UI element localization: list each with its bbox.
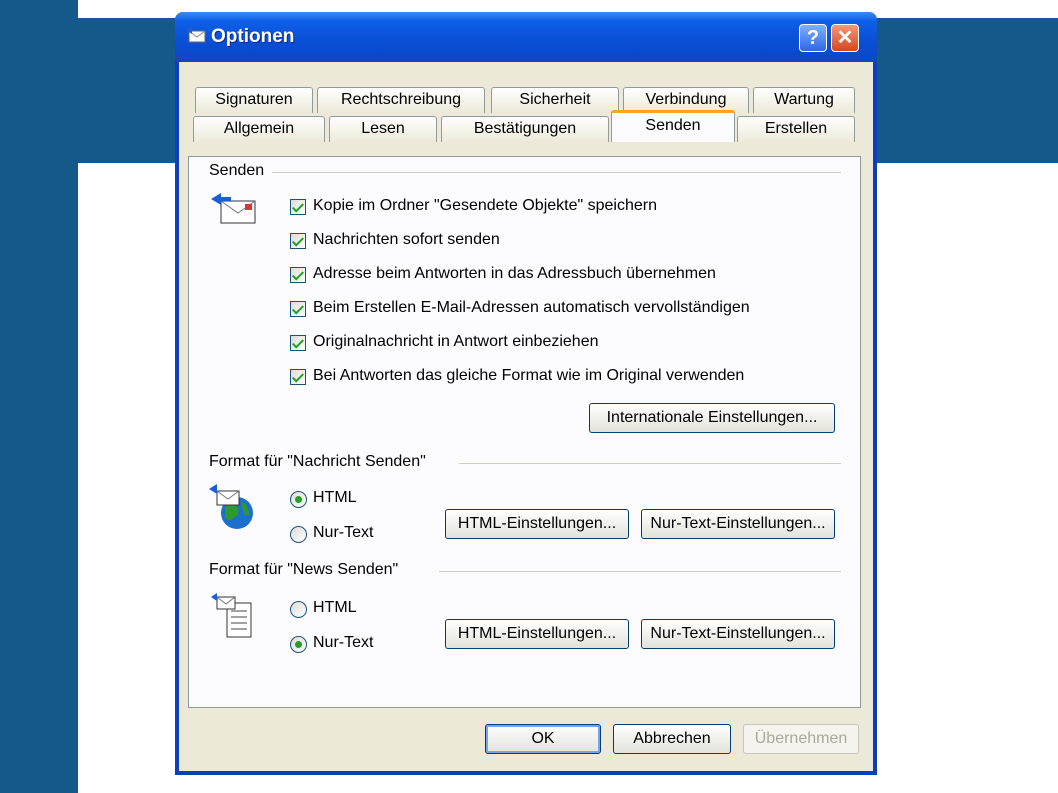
radio-news-html[interactable] <box>290 601 307 618</box>
background-left-bar <box>0 0 78 793</box>
dialog-client-area: Signaturen Rechtschreibung Sicherheit Ve… <box>179 62 873 771</box>
tab-sicherheit[interactable]: Sicherheit <box>491 87 619 113</box>
close-button[interactable]: ✕ <box>831 24 859 52</box>
options-dialog: Optionen ? ✕ Signaturen Rechtschreibung … <box>175 12 877 775</box>
cancel-button[interactable]: Abbrechen <box>613 724 731 754</box>
checkbox-label: Kopie im Ordner "Gesendete Objekte" spei… <box>313 197 657 214</box>
apply-button[interactable]: Übernehmen <box>743 724 859 754</box>
tab-allgemein[interactable]: Allgemein <box>193 116 325 142</box>
mail-window-icon <box>186 26 206 43</box>
radio-mail-html[interactable] <box>290 491 307 508</box>
ok-button[interactable]: OK <box>485 724 601 754</box>
radio-label: Nur-Text <box>313 524 374 541</box>
checkbox-reply-same-format[interactable] <box>290 369 306 385</box>
globe-mail-icon <box>209 484 253 529</box>
radio-label: Nur-Text <box>313 634 374 651</box>
checkbox-label: Beim Erstellen E-Mail-Adressen automatis… <box>313 299 750 316</box>
group-divider <box>459 463 841 464</box>
checkbox-save-sent-copy[interactable] <box>290 199 306 215</box>
tab-signaturen[interactable]: Signaturen <box>195 87 313 113</box>
tab-senden[interactable]: Senden <box>611 110 735 142</box>
international-settings-button[interactable]: Internationale Einstellungen... <box>589 403 835 433</box>
checkbox-add-to-addressbook[interactable] <box>290 267 306 283</box>
group-label-senden: Senden <box>209 162 273 180</box>
window-title: Optionen <box>211 26 295 47</box>
checkbox-autocomplete-addresses[interactable] <box>290 301 306 317</box>
mail-html-settings-button[interactable]: HTML-Einstellungen... <box>445 509 629 539</box>
group-divider <box>259 172 841 173</box>
tab-panel-senden: Senden Kopie im Ordner "Gesendete Objekt… <box>188 156 861 708</box>
radio-mail-plaintext[interactable] <box>290 526 307 543</box>
tab-bestaetigungen[interactable]: Bestätigungen <box>441 116 609 142</box>
group-label-news-format: Format für "News Senden" <box>209 561 407 579</box>
group-divider <box>439 571 841 572</box>
mail-plaintext-settings-button[interactable]: Nur-Text-Einstellungen... <box>641 509 835 539</box>
checkbox-include-original[interactable] <box>290 335 306 351</box>
radio-label: HTML <box>313 599 357 616</box>
radio-label: HTML <box>313 489 357 506</box>
news-plaintext-settings-button[interactable]: Nur-Text-Einstellungen... <box>641 619 835 649</box>
checkbox-label: Adresse beim Antworten in das Adressbuch… <box>313 265 716 282</box>
outbox-envelope-icon <box>211 193 256 224</box>
radio-news-plaintext[interactable] <box>290 636 307 653</box>
checkbox-label: Bei Antworten das gleiche Format wie im … <box>313 367 745 384</box>
title-bar[interactable]: Optionen ? ✕ <box>175 12 877 62</box>
checkbox-label: Nachrichten sofort senden <box>313 231 500 248</box>
tab-wartung[interactable]: Wartung <box>753 87 855 113</box>
checkbox-send-immediately[interactable] <box>290 233 306 249</box>
tab-rechtschreibung[interactable]: Rechtschreibung <box>317 87 485 113</box>
news-html-settings-button[interactable]: HTML-Einstellungen... <box>445 619 629 649</box>
news-document-icon <box>211 593 252 638</box>
tab-erstellen[interactable]: Erstellen <box>737 116 855 142</box>
tab-lesen[interactable]: Lesen <box>329 116 437 142</box>
group-label-mail-format: Format für "Nachricht Senden" <box>209 453 434 471</box>
checkbox-label: Originalnachricht in Antwort einbeziehen <box>313 333 599 350</box>
help-button[interactable]: ? <box>799 24 827 52</box>
